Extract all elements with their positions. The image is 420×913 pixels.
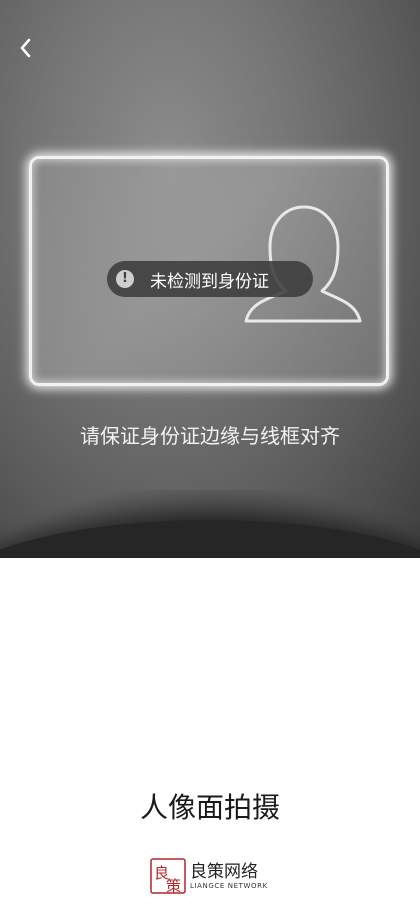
svg-text:策: 策	[166, 877, 181, 894]
exclamation-circle-icon: !	[116, 270, 134, 288]
back-button[interactable]	[10, 30, 42, 66]
capture-mode-title: 人像面拍摄	[139, 791, 280, 824]
id-capture-screen: ! 未检测到身份证 请保证身份证边缘与线框对齐 人像面拍摄 良 策 良策网络 L…	[0, 0, 420, 913]
brand-subtitle: LIANGCE NETWORK	[190, 881, 268, 890]
chevron-left-icon	[20, 38, 31, 58]
brand-logo-block: 良 策 良策网络 LIANGCE NETWORK	[150, 858, 268, 894]
brand-text: 良策网络 LIANGCE NETWORK	[190, 862, 268, 891]
brand-name: 良策网络	[190, 861, 258, 882]
detection-toast: ! 未检测到身份证	[107, 261, 313, 297]
camera-preview: ! 未检测到身份证 请保证身份证边缘与线框对齐	[0, 0, 420, 558]
brand-seal-logo: 良 策	[150, 858, 186, 894]
alignment-instruction: 请保证身份证边缘与线框对齐	[80, 424, 340, 448]
toast-message: 未检测到身份证	[150, 271, 269, 292]
